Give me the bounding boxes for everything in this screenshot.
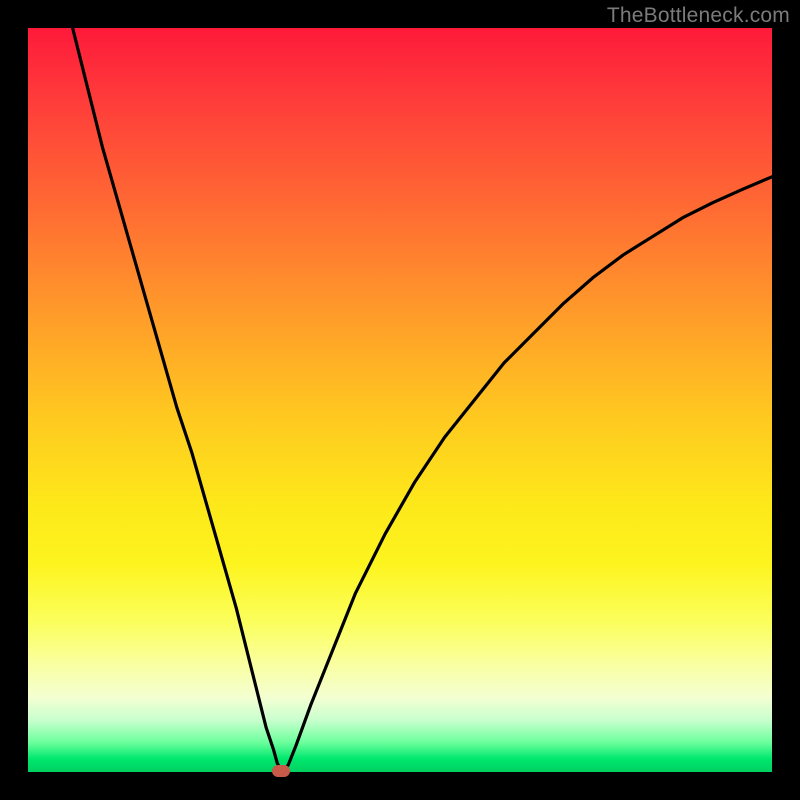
chart-frame: TheBottleneck.com — [0, 0, 800, 800]
watermark-text: TheBottleneck.com — [607, 4, 790, 28]
curve-minimum-marker — [272, 765, 290, 777]
bottleneck-curve — [28, 28, 772, 772]
plot-area — [28, 28, 772, 772]
